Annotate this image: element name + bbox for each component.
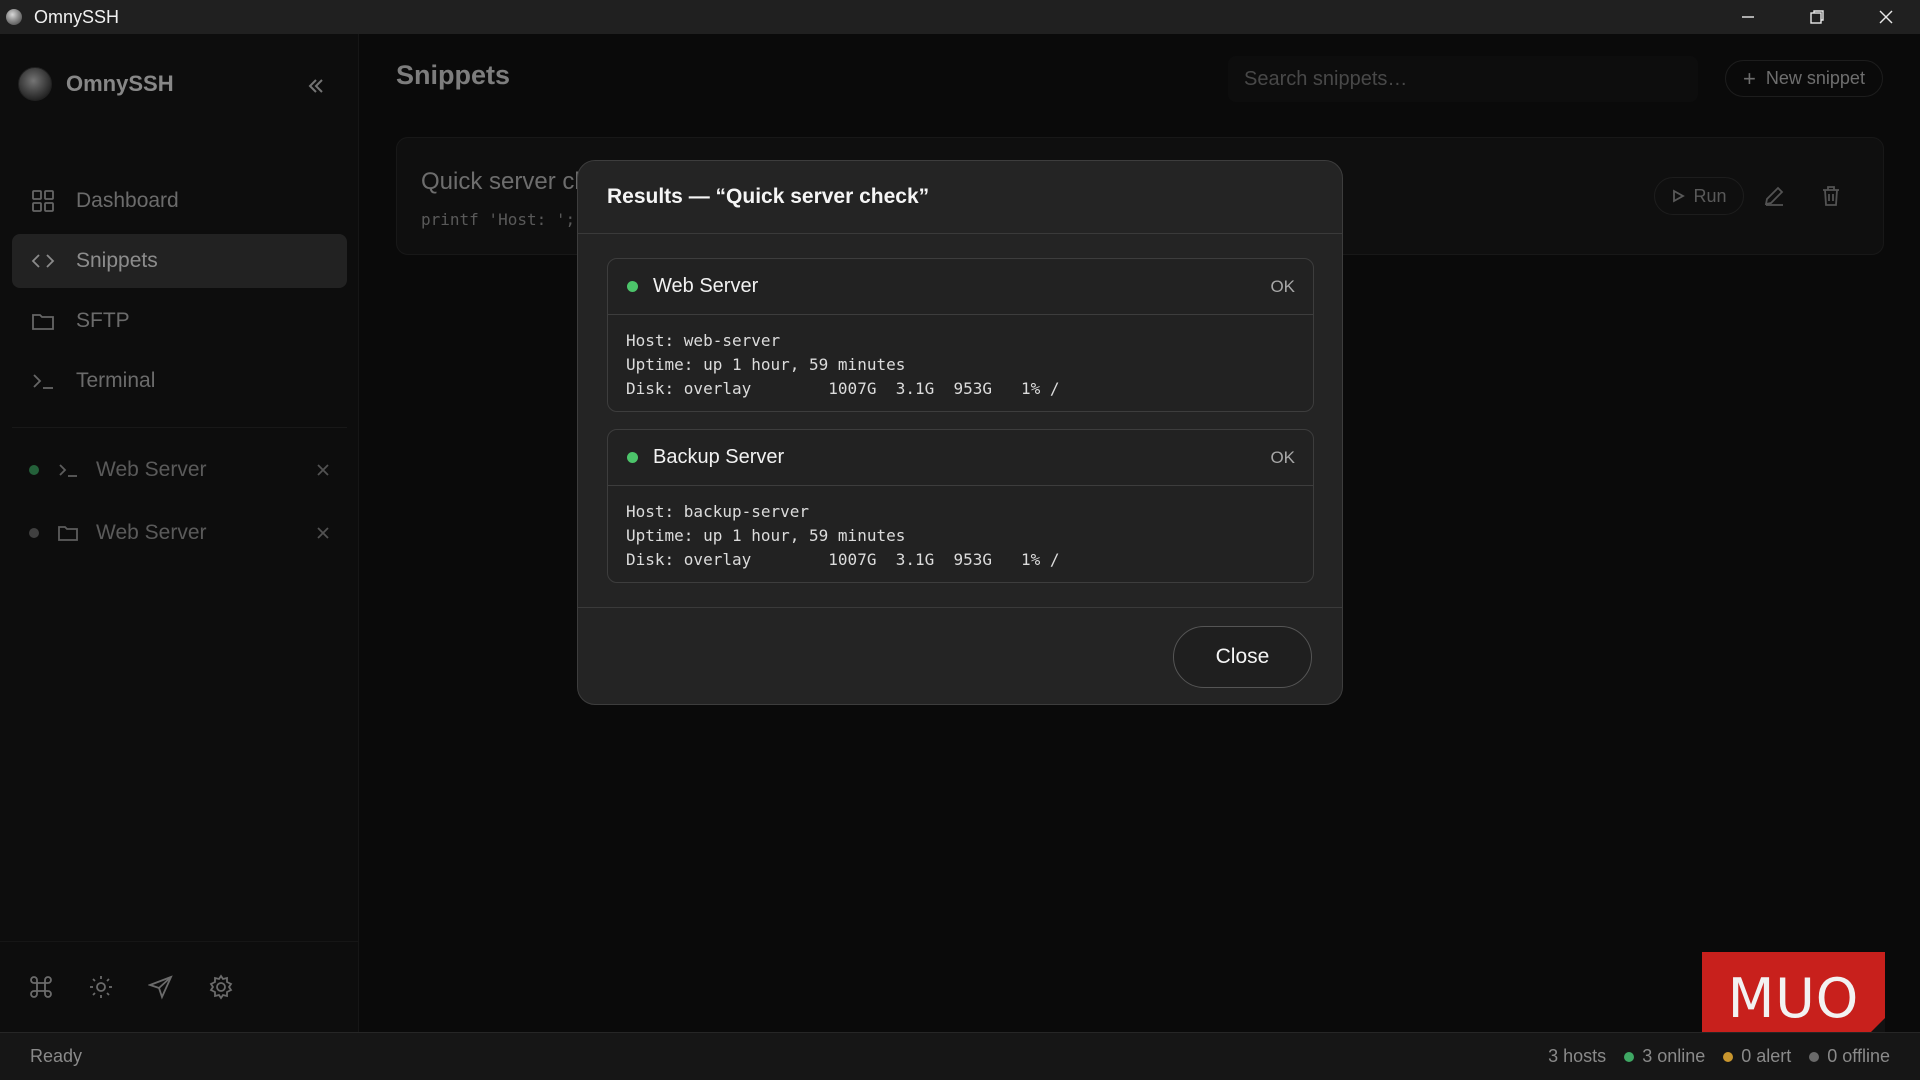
alert-count: 0 alert <box>1723 1046 1791 1067</box>
status-badge: OK <box>1270 448 1295 467</box>
results-dialog: Results — “Quick server check” Web Serve… <box>577 160 1343 705</box>
dialog-title: Results — “Quick server check” <box>578 161 1342 234</box>
close-window-button[interactable] <box>1851 0 1920 34</box>
hosts-count: 3 hosts <box>1548 1046 1607 1066</box>
result-card: Backup Server OK Host: backup-server Upt… <box>607 429 1314 583</box>
app-icon <box>6 9 22 25</box>
host-stats: 3 hosts 3 online 0 alert 0 offline <box>1530 1046 1890 1067</box>
result-output: Host: web-server Uptime: up 1 hour, 59 m… <box>626 331 1060 398</box>
restore-button[interactable] <box>1782 0 1851 34</box>
status-dot <box>627 281 638 292</box>
status-text: Ready <box>30 1046 83 1066</box>
status-dot <box>627 452 638 463</box>
close-button[interactable]: Close <box>1173 626 1312 688</box>
result-host-name: Backup Server <box>653 446 785 468</box>
offline-dot <box>1809 1051 1820 1062</box>
online-count: 3 online <box>1624 1046 1705 1067</box>
watermark-logo: MUO <box>1702 952 1885 1044</box>
minimize-icon <box>1741 16 1754 18</box>
alert-dot <box>1723 1051 1734 1062</box>
result-header: Web Server OK <box>608 259 1313 315</box>
result-card: Web Server OK Host: web-server Uptime: u… <box>607 258 1314 412</box>
minimize-button[interactable] <box>1713 0 1782 34</box>
online-dot <box>1624 1051 1635 1062</box>
dialog-footer: Close <box>578 607 1342 704</box>
result-output: Host: backup-server Uptime: up 1 hour, 5… <box>626 502 1060 569</box>
close-icon <box>1879 10 1892 24</box>
window-title: OmnySSH <box>34 6 120 27</box>
title-bar: OmnySSH <box>0 0 1920 34</box>
restore-icon <box>1809 10 1824 24</box>
watermark-text: MUO <box>1727 966 1860 1030</box>
status-badge: OK <box>1270 277 1295 296</box>
offline-count: 0 offline <box>1809 1046 1890 1067</box>
window-controls <box>1713 0 1920 34</box>
result-header: Backup Server OK <box>608 430 1313 486</box>
status-bar: Ready 3 hosts 3 online 0 alert 0 offline <box>0 1032 1920 1080</box>
result-host-name: Web Server <box>653 275 759 297</box>
